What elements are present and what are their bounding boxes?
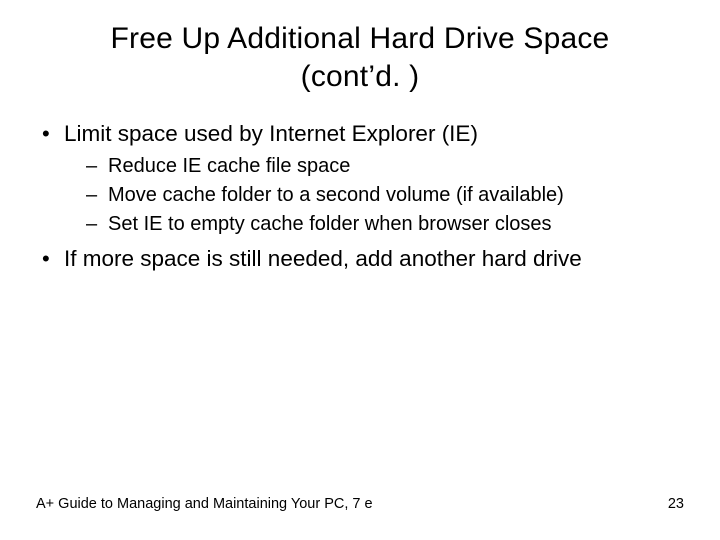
bullet-text: If more space is still needed, add anoth… bbox=[64, 246, 582, 271]
slide-content: Limit space used by Internet Explorer (I… bbox=[0, 95, 720, 275]
sub-bullet-list: Reduce IE cache file space Move cache fo… bbox=[64, 153, 684, 238]
sub-bullet-text: Move cache folder to a second volume (if… bbox=[108, 184, 564, 206]
footer-left: A+ Guide to Managing and Maintaining You… bbox=[36, 496, 373, 512]
title-line-1: Free Up Additional Hard Drive Space bbox=[111, 22, 610, 55]
sub-bullet-item: Move cache folder to a second volume (if… bbox=[64, 182, 684, 209]
sub-bullet-item: Set IE to empty cache folder when browse… bbox=[64, 211, 684, 238]
sub-bullet-item: Reduce IE cache file space bbox=[64, 153, 684, 180]
bullet-item: If more space is still needed, add anoth… bbox=[36, 244, 684, 274]
title-line-2: (cont’d. ) bbox=[301, 60, 420, 93]
sub-bullet-text: Reduce IE cache file space bbox=[108, 155, 350, 177]
slide-title: Free Up Additional Hard Drive Space (con… bbox=[0, 0, 720, 95]
bullet-text: Limit space used by Internet Explorer (I… bbox=[64, 121, 478, 146]
page-number: 23 bbox=[668, 496, 684, 512]
slide: Free Up Additional Hard Drive Space (con… bbox=[0, 0, 720, 540]
bullet-list: Limit space used by Internet Explorer (I… bbox=[36, 119, 684, 275]
sub-bullet-text: Set IE to empty cache folder when browse… bbox=[108, 213, 552, 235]
bullet-item: Limit space used by Internet Explorer (I… bbox=[36, 119, 684, 238]
